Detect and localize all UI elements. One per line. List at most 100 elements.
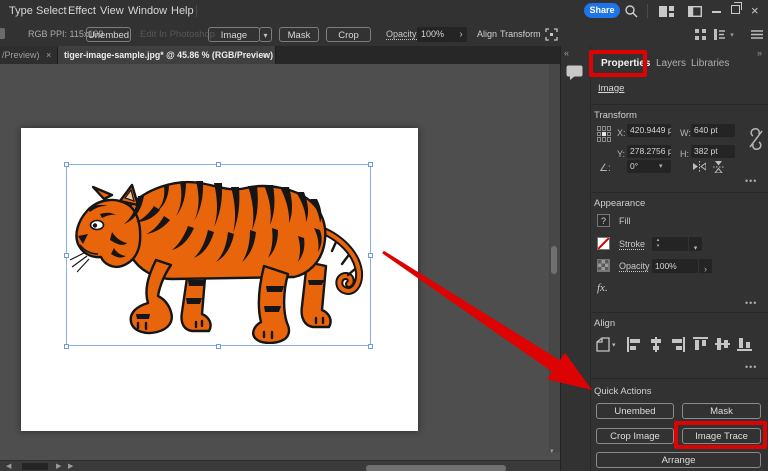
- align-to-dropdown-icon[interactable]: ▾: [612, 341, 616, 349]
- selection-handle-sw[interactable]: [64, 344, 69, 349]
- align-top-icon[interactable]: [693, 337, 708, 351]
- menu-list-icon[interactable]: [751, 30, 763, 39]
- selection-handle-ne[interactable]: [368, 162, 373, 167]
- share-button[interactable]: Share: [584, 3, 620, 18]
- minimize-button[interactable]: [712, 11, 721, 13]
- align-left-icon[interactable]: [627, 337, 641, 352]
- next-artboard-icon[interactable]: ▶: [56, 462, 61, 470]
- qa-crop-image-button[interactable]: Crop Image: [596, 428, 674, 444]
- first-artboard-icon[interactable]: ◀: [6, 462, 11, 470]
- object-type-link[interactable]: Image: [598, 83, 624, 94]
- x-input[interactable]: 420.9449 p: [627, 124, 671, 137]
- tab-active-document[interactable]: tiger-image-sample.jpg* @ 45.86 % (RGB/P…: [58, 46, 276, 64]
- selection-handle-n[interactable]: [216, 162, 221, 167]
- fx-effects-button[interactable]: fx.: [597, 282, 608, 294]
- status-bar: ◀ ▶ ▶: [0, 460, 560, 471]
- selected-object-icon: [0, 28, 5, 39]
- panel-opacity-label[interactable]: Opacity: [619, 261, 650, 271]
- transform-link[interactable]: Transform: [500, 29, 541, 39]
- menu-help[interactable]: Help: [171, 5, 194, 17]
- y-input[interactable]: 278.2756 p: [627, 145, 671, 158]
- quick-actions-section-title: Quick Actions: [594, 386, 652, 397]
- restore-button[interactable]: [731, 5, 740, 14]
- workspace-switcher-icon[interactable]: [659, 6, 674, 17]
- menu-window[interactable]: Window: [128, 5, 167, 17]
- fill-swatch[interactable]: ?: [597, 214, 610, 227]
- collapse-panel-icon[interactable]: «: [564, 48, 569, 58]
- reference-point-selector[interactable]: [597, 126, 613, 142]
- selection-handle-se[interactable]: [368, 344, 373, 349]
- opacity-arrow-icon[interactable]: ›: [455, 27, 467, 42]
- menu-type[interactable]: Type: [9, 5, 33, 17]
- tab-libraries[interactable]: Libraries: [691, 58, 729, 69]
- selection-handle-s[interactable]: [216, 344, 221, 349]
- stroke-weight-stepper[interactable]: ▴ ▾: [652, 237, 664, 251]
- grid-options-icon[interactable]: [695, 29, 706, 40]
- menu-effect[interactable]: Effect: [68, 5, 96, 17]
- horizontal-scrollbar-thumb[interactable]: [366, 465, 506, 471]
- unembed-button[interactable]: Unembed: [86, 27, 131, 42]
- menu-view[interactable]: View: [100, 5, 124, 17]
- vertical-scrollbar-thumb[interactable]: [551, 246, 557, 274]
- align-bottom-icon[interactable]: [737, 337, 752, 351]
- tab-layers[interactable]: Layers: [656, 58, 686, 69]
- h-input[interactable]: 382 pt: [691, 145, 735, 158]
- close-tab-icon[interactable]: ×: [46, 46, 51, 64]
- align-to-selection-icon[interactable]: [595, 337, 611, 353]
- panel-dock-icon[interactable]: [714, 29, 726, 40]
- tab-background-document[interactable]: /Preview) ×: [0, 46, 58, 64]
- opacity-input[interactable]: 100%: [417, 27, 455, 42]
- panel-opacity-arrow-icon[interactable]: ›: [699, 259, 712, 273]
- selection-handle-e[interactable]: [368, 253, 373, 258]
- rotate-input[interactable]: 0°: [627, 160, 671, 173]
- align-more-options[interactable]: •••: [745, 362, 757, 372]
- comments-icon[interactable]: [566, 65, 583, 80]
- mask-button[interactable]: Mask: [279, 27, 319, 42]
- align-horizontal-center-icon[interactable]: [649, 337, 663, 352]
- panel-opacity-input[interactable]: 100%: [652, 259, 698, 273]
- control-bar: RGB PPI: 115x109 Unembed Edit In Photosh…: [0, 22, 768, 47]
- scroll-down-icon[interactable]: ▾: [550, 447, 554, 455]
- stroke-weight-input[interactable]: [664, 237, 688, 251]
- arrange-documents-icon[interactable]: [688, 6, 702, 17]
- flip-horizontal-icon[interactable]: [693, 161, 706, 172]
- image-trace-dropdown-icon[interactable]: ▾: [259, 27, 272, 42]
- crop-image-button[interactable]: Crop Image: [326, 27, 371, 42]
- flip-vertical-icon[interactable]: [713, 161, 724, 173]
- qa-unembed-button[interactable]: Unembed: [596, 403, 674, 419]
- close-tab-icon[interactable]: ×: [262, 46, 267, 64]
- constrain-proportions-icon[interactable]: [749, 128, 763, 150]
- appearance-more-options[interactable]: •••: [745, 298, 757, 308]
- align-vertical-center-icon[interactable]: [715, 337, 730, 351]
- align-right-icon[interactable]: [671, 337, 685, 352]
- canvas-pasteboard[interactable]: ▾: [0, 64, 560, 460]
- qa-arrange-button[interactable]: Arrange: [596, 452, 761, 468]
- stroke-weight-dropdown-icon[interactable]: ▾: [689, 237, 702, 251]
- w-input[interactable]: 640 pt: [691, 124, 735, 137]
- align-link[interactable]: Align: [477, 29, 497, 39]
- opacity-label[interactable]: Opacity:: [386, 29, 419, 39]
- expand-panel-icon[interactable]: »: [757, 48, 762, 58]
- close-window-button[interactable]: ×: [751, 3, 759, 18]
- image-trace-button[interactable]: Image Trace: [208, 27, 260, 42]
- dock-chevron-icon[interactable]: ▾: [727, 28, 737, 43]
- section-divider: [590, 378, 768, 379]
- rotate-dropdown-icon[interactable]: ▾: [659, 162, 663, 170]
- opacity-swatch[interactable]: [597, 259, 610, 272]
- h-label: H:: [680, 149, 689, 159]
- search-icon[interactable]: [624, 4, 638, 18]
- stroke-swatch[interactable]: [597, 237, 610, 250]
- rotate-label: ∠:: [599, 163, 611, 174]
- artboard-number-field[interactable]: [22, 463, 48, 470]
- menu-bar: Type Select Effect View Window Help Shar…: [0, 0, 768, 23]
- menu-select[interactable]: Select: [36, 5, 67, 17]
- qa-mask-button[interactable]: Mask: [682, 403, 761, 419]
- transform-more-options[interactable]: •••: [745, 176, 757, 186]
- last-artboard-icon[interactable]: ▶: [68, 462, 73, 470]
- isolate-selection-icon[interactable]: [545, 28, 558, 41]
- selection-bounding-box[interactable]: [66, 164, 371, 346]
- selection-handle-nw[interactable]: [64, 162, 69, 167]
- annotation-box-image-trace: [674, 421, 767, 449]
- selection-handle-w[interactable]: [64, 253, 69, 258]
- stroke-label[interactable]: Stroke: [619, 239, 645, 249]
